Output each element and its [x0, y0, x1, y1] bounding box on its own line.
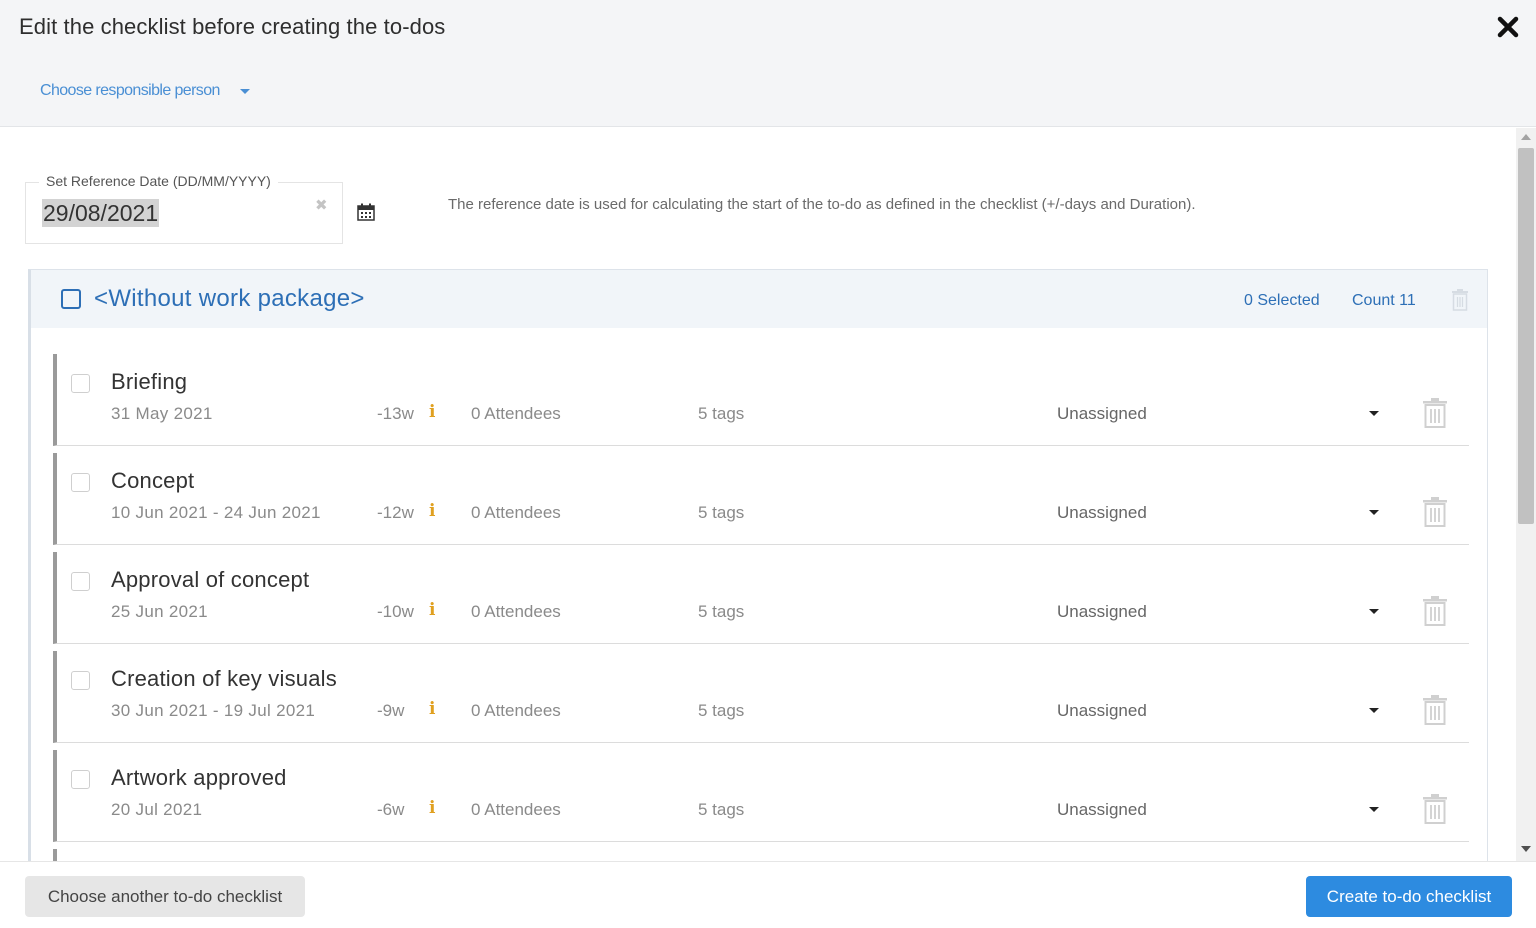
task-date: 31 May 2021 [111, 404, 213, 423]
responsible-person-dropdown[interactable]: Choose responsible person [40, 82, 250, 100]
trash-icon[interactable] [1422, 695, 1448, 725]
caret-down-icon[interactable] [1369, 609, 1379, 614]
responsible-person-label: Choose responsible person [40, 82, 220, 99]
task-assignee[interactable]: Unassigned [1057, 800, 1147, 820]
task-assignee[interactable]: Unassigned [1057, 503, 1147, 523]
trash-icon[interactable] [1422, 497, 1448, 527]
task-name: Approval of concept [111, 567, 310, 592]
scroll-up-arrow-icon[interactable] [1521, 134, 1531, 140]
task-row[interactable]: Artwork approved 20 Jul 2021 -6w i 0 Attende… [53, 750, 1469, 842]
dialog-body[interactable]: Set Reference Date (DD/MM/YYYY) 29/08/20… [0, 128, 1516, 861]
choose-another-checklist-button[interactable]: Choose another to-do checklist [25, 876, 305, 917]
task-date: 30 Jun 2021 - 19 Jul 2021 [111, 701, 316, 720]
reference-date-note: The reference date is used for calculati… [448, 196, 1196, 213]
scrollbar[interactable] [1516, 128, 1536, 861]
info-icon[interactable]: i [429, 600, 435, 620]
dialog-footer: Choose another to-do checklist Create to… [0, 861, 1536, 928]
task-checkbox[interactable] [71, 671, 90, 690]
caret-down-icon[interactable] [1369, 708, 1379, 713]
task-attendees[interactable]: 0 Attendees [471, 404, 561, 424]
group-header: <Without work package> 0 Selected Count … [31, 270, 1487, 328]
task-date: 20 Jul 2021 [111, 800, 203, 819]
info-icon[interactable]: i [429, 402, 435, 422]
group-title: <Without work package> [94, 285, 365, 312]
task-checkbox[interactable] [71, 374, 90, 393]
total-count: Count 11 [1352, 292, 1416, 309]
task-row[interactable]: Approval of concept 25 Jun 2021 -10w i 0 Att… [53, 552, 1469, 644]
close-icon[interactable] [1493, 12, 1523, 42]
info-icon[interactable]: i [429, 798, 435, 818]
task-tags[interactable]: 5 tags [698, 701, 744, 721]
task-name: Creation of key visuals [111, 666, 337, 691]
caret-down-icon[interactable] [1369, 807, 1379, 812]
task-assignee[interactable]: Unassigned [1057, 602, 1147, 622]
reference-date-field[interactable]: Set Reference Date (DD/MM/YYYY) 29/08/20… [25, 173, 343, 244]
task-offset: -9w [377, 701, 405, 720]
task-attendees[interactable]: 0 Attendees [471, 602, 561, 622]
task-tags[interactable]: 5 tags [698, 800, 744, 820]
scroll-thumb[interactable] [1518, 148, 1534, 524]
caret-down-icon[interactable] [1369, 411, 1379, 416]
task-assignee[interactable]: Unassigned [1057, 701, 1147, 721]
task-row[interactable]: Creation of key visuals 30 Jun 2021 - 19 … [53, 651, 1469, 743]
task-offset: -13w [377, 404, 414, 423]
task-offset: -10w [377, 602, 414, 621]
calendar-icon[interactable] [357, 203, 375, 221]
task-row[interactable]: Concept 10 Jun 2021 - 24 Jun 2021 -12w i 0 A… [53, 453, 1469, 545]
task-date: 10 Jun 2021 - 24 Jun 2021 [111, 503, 321, 522]
task-checkbox[interactable] [71, 770, 90, 789]
info-icon[interactable]: i [429, 501, 435, 521]
task-row[interactable]: Briefing 31 May 2021 -13w i 0 Attendees 5 tag… [53, 354, 1469, 446]
work-package-group: <Without work package> 0 Selected Count … [28, 269, 1488, 861]
trash-icon[interactable] [1422, 794, 1448, 824]
task-attendees[interactable]: 0 Attendees [471, 701, 561, 721]
trash-icon[interactable] [1422, 398, 1448, 428]
task-name: Artwork approved [111, 765, 287, 790]
trash-icon[interactable] [1422, 596, 1448, 626]
task-tags[interactable]: 5 tags [698, 404, 744, 424]
task-offset: -6w [377, 800, 405, 819]
task-row-partial[interactable] [53, 849, 1469, 861]
caret-down-icon[interactable] [1369, 510, 1379, 515]
group-trash-icon[interactable] [1451, 289, 1469, 311]
task-offset: -12w [377, 503, 414, 522]
task-assignee[interactable]: Unassigned [1057, 404, 1147, 424]
reference-date-input[interactable]: 29/08/2021 [42, 199, 160, 227]
task-attendees[interactable]: 0 Attendees [471, 503, 561, 523]
scroll-down-arrow-icon[interactable] [1521, 846, 1531, 852]
clear-date-icon[interactable]: ✖ [315, 196, 328, 214]
info-icon[interactable]: i [429, 699, 435, 719]
task-checkbox[interactable] [71, 473, 90, 492]
task-name: Briefing [111, 369, 188, 394]
dialog-header: Edit the checklist before creating the t… [0, 0, 1536, 127]
task-name: Concept [111, 468, 195, 493]
dialog-title: Edit the checklist before creating the t… [19, 14, 446, 39]
selected-count: 0 Selected [1244, 292, 1320, 309]
task-date: 25 Jun 2021 [111, 602, 208, 621]
group-select-checkbox[interactable] [61, 289, 81, 309]
task-attendees[interactable]: 0 Attendees [471, 800, 561, 820]
caret-down-icon [239, 88, 250, 94]
task-tags[interactable]: 5 tags [698, 503, 744, 523]
task-tags[interactable]: 5 tags [698, 602, 744, 622]
create-checklist-button[interactable]: Create to-do checklist [1306, 876, 1512, 917]
reference-date-label: Set Reference Date (DD/MM/YYYY) [39, 173, 278, 189]
task-checkbox[interactable] [71, 572, 90, 591]
